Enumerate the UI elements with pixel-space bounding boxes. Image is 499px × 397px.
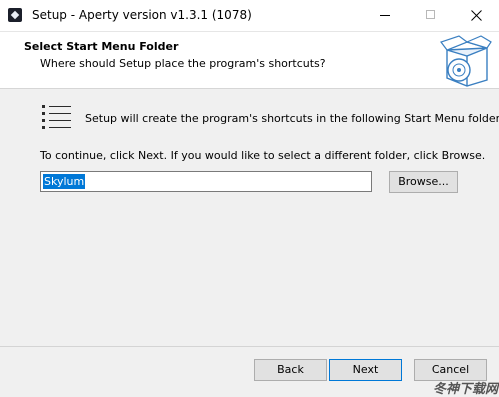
close-icon (471, 10, 482, 21)
minimize-icon (380, 15, 390, 16)
page-subtitle: Where should Setup place the program's s… (40, 57, 326, 70)
maximize-icon (426, 10, 435, 19)
box-cd-icon (440, 35, 492, 87)
app-icon (8, 8, 22, 22)
setup-window: Setup - Aperty version v1.3.1 (1078) Sel… (0, 0, 499, 397)
window-title: Setup - Aperty version v1.3.1 (1078) (32, 8, 252, 22)
back-button[interactable]: Back (254, 359, 327, 381)
start-menu-list-icon (42, 105, 71, 129)
maximize-button[interactable] (408, 0, 454, 31)
folder-name-value: Skylum (43, 174, 86, 189)
browse-button[interactable]: Browse... (389, 171, 458, 193)
next-button[interactable]: Next (329, 359, 402, 381)
instruction-text: To continue, click Next. If you would li… (40, 149, 486, 162)
info-text: Setup will create the program's shortcut… (85, 112, 499, 125)
minimize-button[interactable] (362, 0, 408, 31)
watermark: 冬神下载网 (433, 382, 499, 397)
footer-divider (0, 346, 499, 347)
wizard-header: Select Start Menu Folder Where should Se… (0, 32, 499, 89)
page-title: Select Start Menu Folder (24, 40, 179, 53)
folder-name-input[interactable]: Skylum (40, 171, 372, 192)
title-bar[interactable]: Setup - Aperty version v1.3.1 (1078) (0, 0, 499, 32)
close-button[interactable] (453, 0, 499, 31)
